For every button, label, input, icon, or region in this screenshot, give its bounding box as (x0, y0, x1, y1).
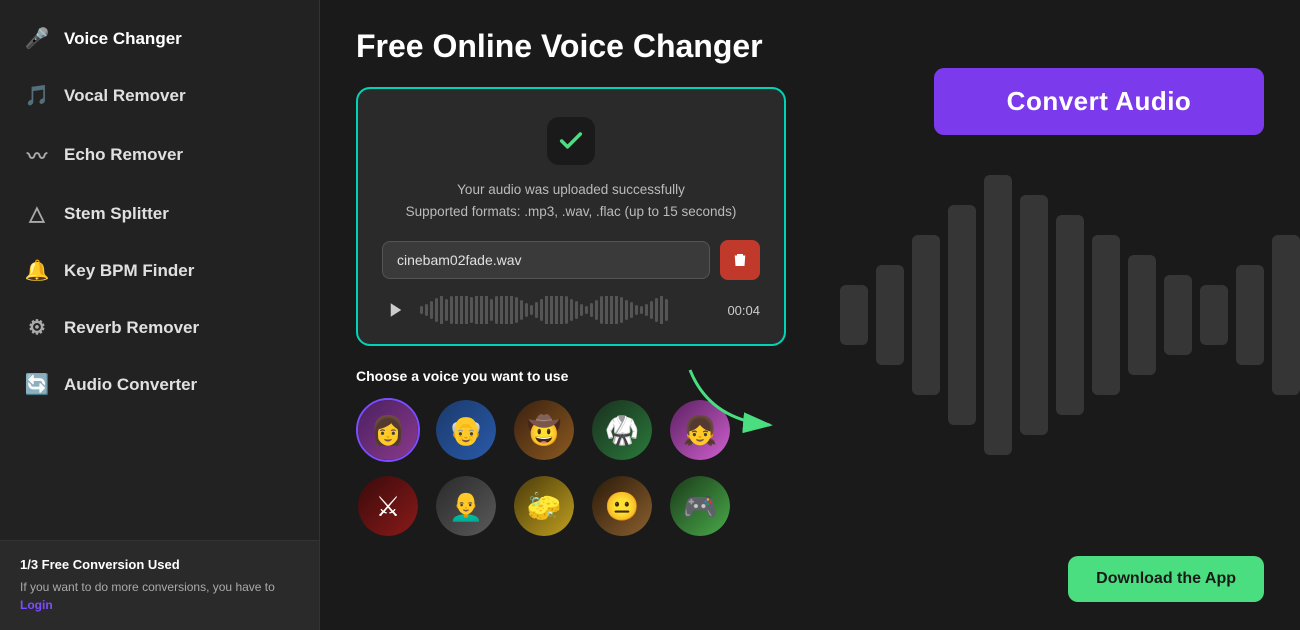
voice-avatar-3[interactable]: 🤠 (512, 398, 576, 462)
main-content: Free Online Voice Changer Your audio was… (320, 0, 1300, 630)
sidebar-item-echo-remover[interactable]: 〰 Echo Remover (0, 124, 319, 185)
sidebar-item-vocal-remover[interactable]: 🎵 Vocal Remover (0, 67, 319, 124)
login-link[interactable]: Login (20, 598, 53, 612)
waveform (420, 296, 717, 324)
success-icon (547, 117, 595, 165)
avatar-inner-8: 🧽 (514, 476, 574, 536)
voice-avatar-7[interactable]: 👨‍🦲 (434, 474, 498, 538)
sidebar-label-key-bpm-finder: Key BPM Finder (64, 261, 194, 281)
sidebar-label-audio-converter: Audio Converter (64, 375, 197, 395)
sidebar-label-echo-remover: Echo Remover (64, 145, 183, 165)
sidebar-icon-echo-remover: 〰 (24, 140, 50, 169)
sidebar-icon-stem-splitter: △ (24, 201, 50, 226)
avatar-inner-9: 😐 (592, 476, 652, 536)
sidebar-item-audio-converter[interactable]: 🔄 Audio Converter (0, 356, 319, 413)
voice-avatar-2[interactable]: 👴 (434, 398, 498, 462)
voice-avatar-10[interactable]: 🎮 (668, 474, 732, 538)
conversion-notice: 1/3 Free Conversion Used If you want to … (0, 540, 319, 630)
voice-avatar-6[interactable]: ⚔ (356, 474, 420, 538)
sidebar-nav: 🎤 Voice Changer 🎵 Vocal Remover 〰 Echo R… (0, 0, 319, 540)
sidebar-label-stem-splitter: Stem Splitter (64, 204, 169, 224)
conversion-desc: If you want to do more conversions, you … (20, 578, 299, 614)
delete-button[interactable] (720, 240, 760, 280)
sidebar-label-vocal-remover: Vocal Remover (64, 86, 186, 106)
duration: 00:04 (727, 303, 760, 318)
sidebar-item-voice-changer[interactable]: 🎤 Voice Changer (0, 10, 319, 67)
convert-button[interactable]: Convert Audio (934, 68, 1264, 135)
sidebar-item-reverb-remover[interactable]: ⚙ Reverb Remover (0, 299, 319, 356)
sidebar-icon-vocal-remover: 🎵 (24, 83, 50, 108)
conversion-title: 1/3 Free Conversion Used (20, 557, 299, 572)
voice-avatar-5[interactable]: 👧 (668, 398, 732, 462)
audio-player: 00:04 (382, 296, 760, 324)
voice-avatar-9[interactable]: 😐 (590, 474, 654, 538)
sidebar-item-stem-splitter[interactable]: △ Stem Splitter (0, 185, 319, 242)
voice-row-2: ⚔ 👨‍🦲 🧽 😐 🎮 (356, 474, 1264, 538)
voice-avatar-4[interactable]: 🥋 (590, 398, 654, 462)
voice-grid: 👩 👴 🤠 🥋 👧 ⚔ 👨‍🦲 🧽 😐 🎮 (356, 398, 1264, 538)
voice-row-1: 👩 👴 🤠 🥋 👧 (356, 398, 1264, 462)
file-name: cinebam02fade.wav (382, 241, 710, 279)
download-app-button[interactable]: Download the App (1068, 556, 1264, 602)
sidebar-icon-voice-changer: 🎤 (24, 26, 50, 51)
avatar-inner-7: 👨‍🦲 (436, 476, 496, 536)
sidebar-label-reverb-remover: Reverb Remover (64, 318, 199, 338)
upload-message: Your audio was uploaded successfully Sup… (382, 179, 760, 222)
upload-area: Your audio was uploaded successfully Sup… (356, 87, 786, 346)
avatar-inner-4: 🥋 (592, 400, 652, 460)
avatar-inner-5: 👧 (670, 400, 730, 460)
avatar-inner-6: ⚔ (358, 476, 418, 536)
play-button[interactable] (382, 296, 410, 324)
sidebar: 🎤 Voice Changer 🎵 Vocal Remover 〰 Echo R… (0, 0, 320, 630)
avatar-inner-2: 👴 (436, 400, 496, 460)
sidebar-label-voice-changer: Voice Changer (64, 29, 182, 49)
sidebar-icon-key-bpm-finder: 🔔 (24, 258, 50, 283)
avatar-inner-3: 🤠 (514, 400, 574, 460)
page-title: Free Online Voice Changer (356, 28, 1264, 65)
sidebar-icon-reverb-remover: ⚙ (24, 315, 50, 340)
file-row: cinebam02fade.wav (382, 240, 760, 280)
voice-avatar-1[interactable]: 👩 (356, 398, 420, 462)
avatar-inner-1: 👩 (358, 400, 418, 460)
voice-chooser: Choose a voice you want to use 👩 👴 🤠 🥋 👧 ⚔ 👨‍… (356, 368, 1264, 538)
voice-avatar-8[interactable]: 🧽 (512, 474, 576, 538)
sidebar-icon-audio-converter: 🔄 (24, 372, 50, 397)
sidebar-item-key-bpm-finder[interactable]: 🔔 Key BPM Finder (0, 242, 319, 299)
avatar-inner-10: 🎮 (670, 476, 730, 536)
voice-chooser-label: Choose a voice you want to use (356, 368, 1264, 384)
